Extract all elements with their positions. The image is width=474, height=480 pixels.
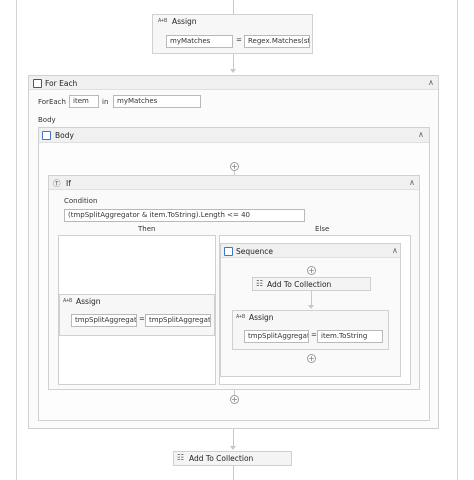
sequence-title: Sequence (236, 247, 273, 256)
foreach-header (29, 76, 438, 90)
foreach-activity[interactable]: For Each ∧ ForEach item in myMatches Bod… (28, 75, 439, 429)
connector-line (233, 54, 234, 70)
collapse-icon[interactable]: ∧ (392, 246, 398, 255)
connector-arrow (308, 305, 314, 309)
foreach-icon (33, 79, 42, 88)
connector-arrow (230, 69, 236, 73)
assign-to-field[interactable]: tmpSplitAggregatc (244, 330, 309, 343)
if-activity[interactable]: Ⓣ If ∧ Condition (tmpSplitAggregator & i… (48, 175, 420, 390)
body-title: Body (55, 131, 74, 140)
body-sequence[interactable]: Body ∧ + Ⓣ If ∧ Condition (tmpSplitAggre… (38, 127, 430, 421)
else-label: Else (315, 225, 330, 233)
foreach-collection-field[interactable]: myMatches (113, 95, 201, 108)
connector-line (233, 466, 234, 480)
assign-value-field[interactable]: tmpSplitAggregatc (145, 314, 211, 327)
add-activity-icon[interactable]: + (230, 162, 239, 171)
collection-icon: ☷ (177, 453, 185, 462)
sequence-icon (42, 131, 51, 140)
condition-label: Condition (64, 197, 98, 205)
collapse-icon[interactable]: ∧ (418, 130, 424, 139)
else-pane[interactable]: Sequence ∧ + ☷ Add To Collection A+B Ass… (219, 235, 411, 385)
assign-activity-top[interactable]: A+B Assign myMatches = Regex.Matches(str (152, 14, 313, 54)
assign-title: Assign (249, 313, 274, 322)
connector-line (233, 0, 234, 14)
add-to-collection-title: Add To Collection (189, 454, 254, 463)
then-label: Then (138, 225, 156, 233)
sequence-icon (224, 247, 233, 256)
if-title: If (66, 179, 71, 188)
add-to-collection-activity-bottom[interactable]: ☷ Add To Collection (173, 451, 292, 466)
add-activity-icon[interactable]: + (307, 266, 316, 275)
foreach-in-label: in (102, 98, 109, 106)
condition-field[interactable]: (tmpSplitAggregator & item.ToString).Len… (64, 209, 305, 222)
foreach-label: ForEach (38, 98, 66, 106)
collapse-icon[interactable]: ∧ (428, 78, 434, 87)
sequence-activity-else[interactable]: Sequence ∧ + ☷ Add To Collection A+B Ass… (220, 243, 401, 377)
assign-icon: A+B (158, 18, 168, 24)
assign-icon: A+B (63, 298, 73, 304)
foreach-body-label: Body (38, 116, 56, 124)
assign-value-field[interactable]: item.ToString (317, 330, 383, 343)
connector-line (233, 429, 234, 446)
collection-icon: ☷ (256, 279, 264, 288)
equals-sign: = (236, 36, 242, 44)
if-header (49, 176, 419, 190)
add-activity-icon[interactable]: + (230, 395, 239, 404)
connector-line (311, 291, 312, 306)
foreach-title: For Each (45, 79, 78, 88)
assign-title: Assign (76, 297, 101, 306)
assign-title: Assign (172, 17, 197, 26)
then-pane[interactable]: A+B Assign tmpSplitAggregatc = tmpSplitA… (58, 235, 216, 385)
add-activity-icon[interactable]: + (307, 354, 316, 363)
equals-sign: = (311, 331, 317, 339)
equals-sign: = (139, 315, 145, 323)
add-to-collection-activity[interactable]: ☷ Add To Collection (252, 277, 371, 291)
assign-icon: A+B (236, 314, 246, 320)
assign-activity-then[interactable]: A+B Assign tmpSplitAggregatc = tmpSplitA… (59, 294, 215, 336)
assign-activity-else[interactable]: A+B Assign tmpSplitAggregatc = item.ToSt… (232, 310, 389, 350)
if-icon: Ⓣ (53, 179, 61, 188)
assign-to-field[interactable]: tmpSplitAggregatc (71, 314, 137, 327)
connector-arrow (230, 446, 236, 450)
assign-value-field[interactable]: Regex.Matches(str (244, 35, 310, 48)
collapse-icon[interactable]: ∧ (409, 178, 415, 187)
foreach-item-field[interactable]: item (69, 95, 99, 108)
assign-to-field[interactable]: myMatches (166, 35, 233, 48)
body-header (39, 128, 429, 143)
add-to-collection-title: Add To Collection (267, 280, 332, 289)
